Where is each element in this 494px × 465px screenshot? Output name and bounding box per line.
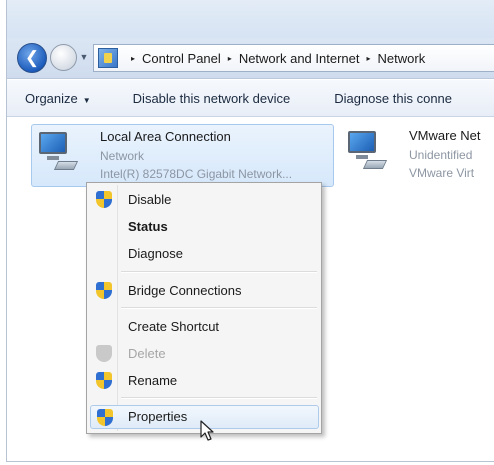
organize-button[interactable]: Organize ▼	[25, 91, 101, 106]
shield-icon	[96, 372, 112, 389]
item-status: Network	[100, 149, 145, 163]
menu-separator	[121, 271, 317, 273]
menu-item-delete: Delete	[90, 342, 319, 366]
title-bar	[7, 0, 494, 38]
organize-label: Organize	[25, 90, 78, 106]
network-item-vmware[interactable]: VMware Net Unidentified VMware Virt	[339, 124, 494, 187]
chevron-down-icon: ▼	[82, 95, 91, 105]
back-button[interactable]: ❮	[17, 43, 47, 73]
menu-item-label: Properties	[128, 409, 188, 424]
diagnose-connection-button[interactable]: Diagnose this conne	[324, 91, 462, 106]
breadcrumb-separator[interactable]: ▸	[367, 54, 371, 63]
recent-pages-button[interactable]: ▼	[79, 50, 89, 64]
menu-item-label: Status	[128, 219, 168, 234]
network-item-local-area-connection[interactable]: Local Area Connection Network Intel(R) 8…	[31, 124, 334, 187]
menu-item-diagnose[interactable]: Diagnose	[90, 242, 319, 266]
item-name: Local Area Connection	[100, 129, 231, 144]
menu-item-create-shortcut[interactable]: Create Shortcut	[90, 315, 319, 339]
item-status: Unidentified	[409, 148, 473, 162]
breadcrumb-network[interactable]: Network	[378, 51, 426, 66]
shield-icon	[96, 282, 112, 299]
menu-item-label: Disable	[128, 192, 172, 207]
item-device: VMware Virt	[409, 166, 475, 180]
menu-item-label: Create Shortcut	[128, 319, 220, 334]
navigation-bar: ❮ ▼ ▸ Control Panel ▸ Network and Intern…	[7, 38, 494, 79]
menu-item-disable[interactable]: Disable	[90, 188, 319, 212]
breadcrumb-separator[interactable]: ▸	[131, 54, 135, 63]
control-panel-icon	[98, 48, 118, 68]
menu-item-label: Delete	[128, 346, 166, 361]
address-bar[interactable]: ▸ Control Panel ▸ Network and Internet ▸…	[93, 44, 494, 72]
menu-item-label: Bridge Connections	[128, 283, 242, 298]
menu-item-rename[interactable]: Rename	[90, 369, 319, 393]
network-adapter-icon	[36, 128, 79, 174]
menu-separator	[121, 397, 317, 399]
command-bar: Organize ▼ Disable this network device Di…	[7, 80, 494, 117]
item-name: VMware Net	[409, 128, 481, 143]
breadcrumb-network-and-internet[interactable]: Network and Internet	[239, 51, 360, 66]
context-menu: Disable Status Diagnose Bridge Connectio…	[86, 182, 322, 434]
breadcrumb-separator[interactable]: ▸	[228, 54, 232, 63]
item-device: Intel(R) 82578DC Gigabit Network...	[100, 167, 293, 181]
shield-icon	[96, 345, 112, 362]
forward-button[interactable]	[50, 44, 77, 71]
menu-item-label: Rename	[128, 373, 178, 388]
shield-icon	[96, 191, 112, 208]
network-adapter-icon	[345, 127, 388, 173]
menu-item-status[interactable]: Status	[90, 215, 319, 239]
disable-device-button[interactable]: Disable this network device	[123, 91, 301, 106]
mouse-pointer-icon	[200, 420, 214, 441]
menu-separator	[121, 307, 317, 309]
menu-item-bridge-connections[interactable]: Bridge Connections	[90, 279, 319, 303]
arrow-left-icon: ❮	[24, 48, 40, 67]
shield-icon	[97, 409, 113, 426]
menu-item-label: Diagnose	[128, 246, 183, 261]
breadcrumb-control-panel[interactable]: Control Panel	[142, 51, 221, 66]
